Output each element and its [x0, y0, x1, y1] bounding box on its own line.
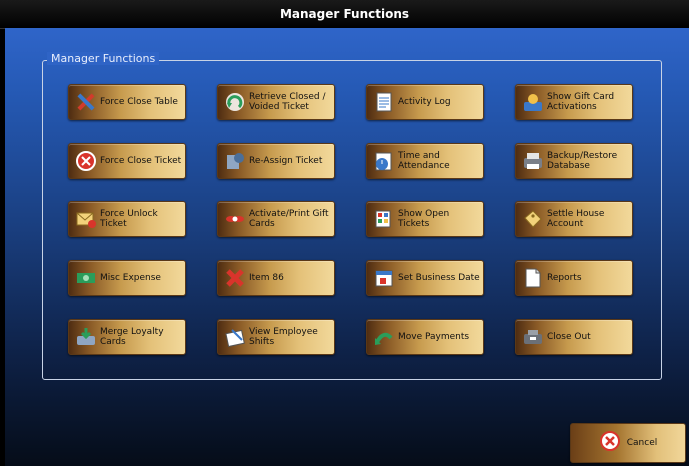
activate-print-gift-cards-label: Activate/Print Gift Cards: [249, 209, 329, 229]
reports-label: Reports: [547, 273, 582, 283]
re-assign-ticket-label: Re-Assign Ticket: [249, 156, 323, 166]
reassign-icon: [224, 150, 246, 172]
time-and-attendance-label: Time and Attendance: [398, 151, 450, 171]
force-close-table-label: Force Close Table: [100, 97, 178, 107]
show-open-tickets-label: Show Open Tickets: [398, 209, 450, 229]
view-employee-shifts-label: View Employee Shifts: [249, 327, 318, 347]
shifts-icon: [224, 326, 246, 348]
window-title: Manager Functions: [279, 7, 410, 21]
cancel-x-icon: [599, 430, 621, 456]
show-open-tickets-button[interactable]: Show Open Tickets: [366, 201, 484, 237]
activate-print-gift-cards-button[interactable]: Activate/Print Gift Cards: [217, 201, 335, 237]
settle-house-account-button[interactable]: Settle House Account: [515, 201, 633, 237]
main-panel: Manager Functions Force Close Table Retr…: [5, 28, 689, 466]
stop-circle-icon: [75, 150, 97, 172]
move-payments-label: Move Payments: [398, 332, 470, 342]
retrieve-closed-voided-ticket-button[interactable]: Retrieve Closed / Voided Ticket: [217, 84, 335, 120]
force-unlock-ticket-button[interactable]: Force Unlock Ticket: [68, 201, 186, 237]
calendar-icon: [373, 267, 395, 289]
report-page-icon: [522, 267, 544, 289]
cancel-button[interactable]: Cancel: [570, 423, 686, 463]
close-out-button[interactable]: Close Out: [515, 319, 633, 355]
force-close-ticket-label: Force Close Ticket: [100, 156, 182, 166]
gift-icon: [224, 208, 246, 230]
retrieve-closed-voided-ticket-label: Retrieve Closed / Voided Ticket: [249, 92, 326, 112]
tools-icon: [75, 91, 97, 113]
set-business-date-button[interactable]: Set Business Date: [366, 260, 484, 296]
item-86-label: Item 86: [249, 273, 284, 283]
set-business-date-label: Set Business Date: [398, 273, 480, 283]
envelope-unlock-icon: [75, 208, 97, 230]
green-arrow-icon: [373, 326, 395, 348]
register-icon: [522, 326, 544, 348]
move-payments-button[interactable]: Move Payments: [366, 319, 484, 355]
merge-loyalty-cards-button[interactable]: Merge Loyalty Cards: [68, 319, 186, 355]
activity-log-label: Activity Log: [398, 97, 451, 107]
force-unlock-ticket-label: Force Unlock Ticket: [100, 209, 158, 229]
money-icon: [75, 267, 97, 289]
misc-expense-button[interactable]: Misc Expense: [68, 260, 186, 296]
timesheet-icon: [373, 150, 395, 172]
backup-restore-database-label: Backup/Restore Database: [547, 151, 618, 171]
log-document-icon: [373, 91, 395, 113]
user-card-icon: [522, 91, 544, 113]
show-gift-card-activations-label: Show Gift Card Activations: [547, 92, 615, 112]
group-label: Manager Functions: [47, 52, 160, 65]
force-close-ticket-button[interactable]: Force Close Ticket: [68, 143, 186, 179]
merge-loyalty-cards-label: Merge Loyalty Cards: [100, 327, 164, 347]
cancel-label: Cancel: [626, 438, 658, 448]
red-x-icon: [224, 267, 246, 289]
show-gift-card-activations-button[interactable]: Show Gift Card Activations: [515, 84, 633, 120]
retrieve-arrow-icon: [224, 91, 246, 113]
view-employee-shifts-button[interactable]: View Employee Shifts: [217, 319, 335, 355]
force-close-table-button[interactable]: Force Close Table: [68, 84, 186, 120]
item-86-button[interactable]: Item 86: [217, 260, 335, 296]
printer-disk-icon: [522, 150, 544, 172]
activity-log-button[interactable]: Activity Log: [366, 84, 484, 120]
settle-house-account-label: Settle House Account: [547, 209, 605, 229]
reports-button[interactable]: Reports: [515, 260, 633, 296]
tag-icon: [522, 208, 544, 230]
title-bar: Manager Functions: [0, 0, 689, 29]
misc-expense-label: Misc Expense: [100, 273, 161, 283]
time-and-attendance-button[interactable]: Time and Attendance: [366, 143, 484, 179]
merge-card-icon: [75, 326, 97, 348]
close-out-label: Close Out: [547, 332, 591, 342]
backup-restore-database-button[interactable]: Backup/Restore Database: [515, 143, 633, 179]
tickets-icon: [373, 208, 395, 230]
re-assign-ticket-button[interactable]: Re-Assign Ticket: [217, 143, 335, 179]
